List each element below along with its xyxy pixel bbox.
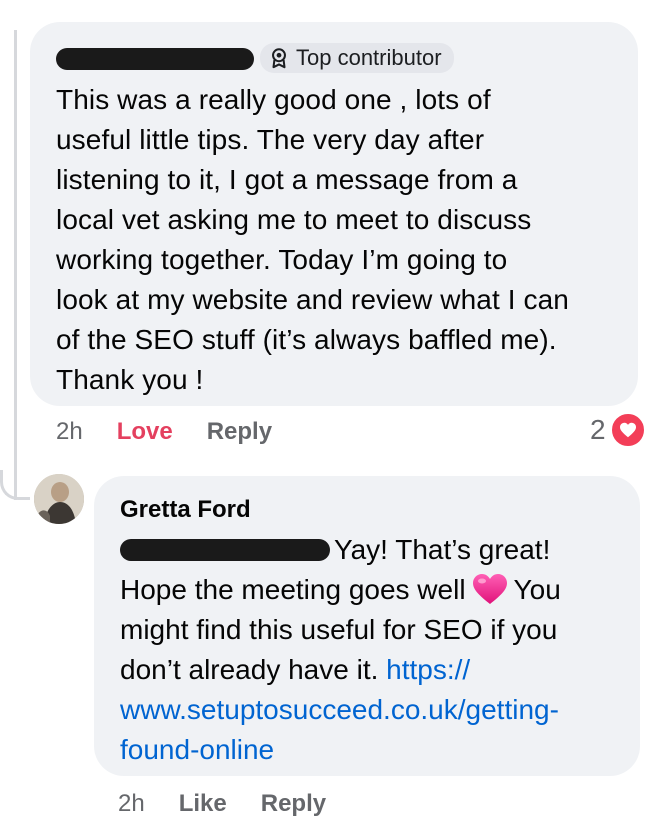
comment-thread: Top contributor This was a really good o… — [0, 0, 662, 829]
like-button[interactable]: Like — [179, 790, 227, 818]
reply-timestamp[interactable]: 2h — [118, 790, 145, 818]
comment-timestamp[interactable]: 2h — [56, 418, 83, 446]
comment-author-row: Top contributor — [56, 40, 612, 76]
reply-author-name[interactable]: Gretta Ford — [120, 492, 616, 528]
comment-bubble: Top contributor This was a really good o… — [30, 22, 638, 406]
heart-reaction-icon — [609, 412, 646, 448]
reply-button[interactable]: Reply — [207, 418, 272, 446]
comment-actions: 2h Love Reply — [56, 412, 306, 452]
link-line-3: found-online — [120, 734, 275, 765]
reply-text-part2: Hope the meeting goes well — [120, 574, 466, 605]
top-contributor-icon — [272, 48, 286, 69]
pink-heart-emoji — [472, 574, 507, 604]
reply-text-part1: Yay! That’s great! — [334, 534, 551, 565]
badge-label: Top contributor — [296, 45, 442, 70]
reply-text: Yay! That’s great! Hope the meeting goes… — [120, 530, 616, 770]
link-line-1: https:// — [386, 654, 471, 685]
love-button[interactable]: Love — [117, 418, 173, 446]
reaction-count: 2 — [590, 414, 606, 445]
thread-connector-line — [14, 30, 17, 500]
link-line-2: www.setuptosucceed.co.uk/getting- — [120, 694, 559, 725]
comment-text: This was a really good one , lots of use… — [56, 84, 569, 395]
thread-branch-line — [0, 470, 30, 500]
redacted-mention[interactable] — [120, 539, 330, 561]
reply-actions: 2h Like Reply — [118, 784, 360, 824]
reply-reply-button[interactable]: Reply — [261, 790, 326, 818]
top-contributor-badge[interactable]: Top contributor — [260, 43, 454, 73]
redacted-author-name[interactable] — [56, 48, 254, 70]
reply-bubble: Gretta Ford Yay! That’s great! Hope the … — [94, 476, 640, 776]
reaction-summary[interactable]: 2 — [590, 412, 646, 448]
avatar[interactable] — [34, 474, 84, 524]
